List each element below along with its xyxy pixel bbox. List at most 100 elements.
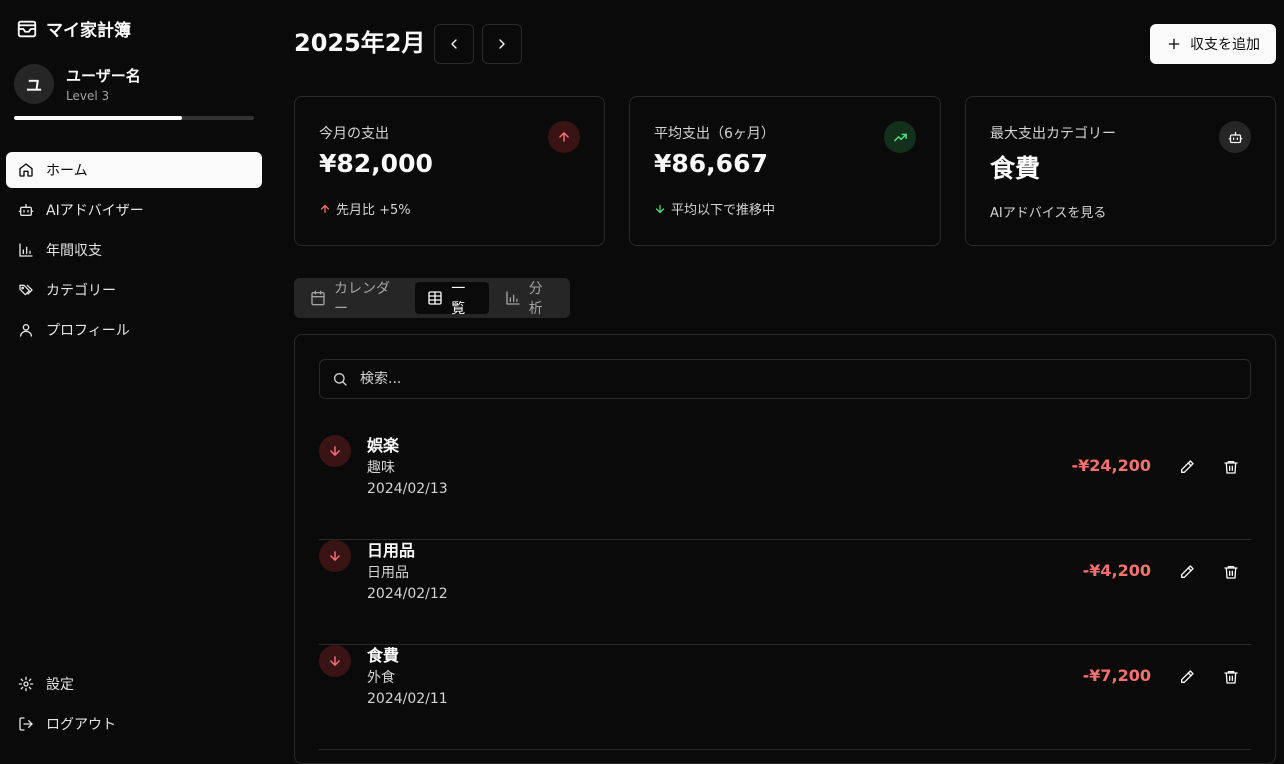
search-input[interactable] (360, 371, 1220, 387)
table-icon (427, 290, 443, 306)
trash-icon (1223, 459, 1239, 475)
card-top-category: 最大支出カテゴリー 食費 AIアドバイスを見る (965, 96, 1276, 246)
sidebar-item-logout[interactable]: ログアウト (6, 706, 262, 742)
bot-icon (1219, 121, 1251, 153)
sidebar-item-label: ログアウト (46, 717, 116, 733)
page-title: 2025年2月 (294, 29, 426, 57)
level-progress-fill (14, 116, 182, 120)
home-icon (18, 162, 34, 178)
delete-button[interactable] (1219, 560, 1243, 584)
sidebar-item-label: AIアドバイザー (46, 203, 144, 219)
user-level: Level 3 (66, 88, 110, 103)
card-label: 最大支出カテゴリー (990, 126, 1116, 142)
search-box (319, 359, 1251, 399)
user-name: ユーザー名 (66, 66, 141, 85)
sidebar-nav: ホーム AIアドバイザー 年間収支 カテゴリー プロフィール (6, 152, 262, 352)
trash-icon (1223, 669, 1239, 685)
tab-analysis[interactable]: 分析 (493, 281, 566, 317)
expense-arrow-icon (319, 645, 351, 677)
brand[interactable]: マイ家計簿 (16, 16, 131, 41)
edit-button[interactable] (1175, 455, 1199, 479)
delete-button[interactable] (1219, 455, 1243, 479)
transaction-date: 2024/02/13 (367, 481, 448, 497)
bot-icon (18, 202, 34, 218)
sidebar-item-label: カテゴリー (46, 283, 116, 299)
tab-list[interactable]: 一覧 (415, 281, 489, 317)
arrow-down-small-icon (654, 203, 666, 215)
user-icon (18, 322, 34, 338)
view-tabs: カレンダー 一覧 分析 (294, 278, 570, 318)
chevron-left-icon (446, 36, 462, 52)
sidebar-item-settings[interactable]: 設定 (6, 666, 262, 702)
transaction-row[interactable]: 娯楽 趣味 2024/02/13 -¥24,200 (319, 435, 1251, 540)
trash-icon (1223, 564, 1239, 580)
trending-up-icon (884, 121, 916, 153)
avatar: ユ (14, 64, 54, 104)
edit-button[interactable] (1175, 560, 1199, 584)
transaction-amount: -¥24,200 (1071, 456, 1151, 475)
app-title: マイ家計簿 (46, 21, 131, 41)
card-sub: 平均以下で推移中 (654, 199, 775, 218)
transaction-amount: -¥4,200 (1082, 561, 1151, 580)
delete-button[interactable] (1219, 665, 1243, 689)
sidebar-item-ai-advisor[interactable]: AIアドバイザー (6, 192, 262, 228)
prev-month-button[interactable] (434, 24, 474, 64)
sidebar-item-home[interactable]: ホーム (6, 152, 262, 188)
transaction-date: 2024/02/11 (367, 691, 448, 707)
sidebar-bottom-nav: 設定 ログアウト (6, 666, 262, 746)
card-label: 平均支出（6ヶ月） (654, 126, 775, 142)
expense-arrow-icon (319, 540, 351, 572)
sidebar-item-label: プロフィール (46, 323, 130, 339)
card-average-expense: 平均支出（6ヶ月） ¥86,667 平均以下で推移中 (629, 96, 941, 246)
transaction-list-panel: 娯楽 趣味 2024/02/13 -¥24,200 日用品 日用品 2024/0… (294, 334, 1276, 764)
card-value: ¥82,000 (319, 149, 433, 178)
transaction-category: 食費 (367, 646, 400, 665)
pencil-icon (1179, 564, 1195, 580)
card-label: 今月の支出 (319, 126, 389, 142)
transaction-row[interactable]: 日用品 日用品 2024/02/12 -¥4,200 (319, 540, 1251, 645)
sidebar-item-label: ホーム (46, 163, 88, 179)
sidebar-item-categories[interactable]: カテゴリー (6, 272, 262, 308)
calendar-icon (310, 290, 326, 306)
tab-label: 一覧 (451, 281, 466, 317)
ai-advice-link[interactable]: AIアドバイスを見る (990, 202, 1106, 221)
sidebar-item-annual[interactable]: 年間収支 (6, 232, 262, 268)
transaction-subcategory: 趣味 (367, 460, 395, 476)
gear-icon (18, 676, 34, 692)
bar-chart-icon (18, 242, 34, 258)
pencil-icon (1179, 669, 1195, 685)
search-icon (332, 371, 348, 387)
sidebar-item-profile[interactable]: プロフィール (6, 312, 262, 348)
chevron-right-icon (494, 36, 510, 52)
sidebar-item-label: 年間収支 (46, 243, 102, 259)
logout-icon (18, 716, 34, 732)
sidebar: マイ家計簿 ユ ユーザー名 Level 3 ホーム AIアドバイザー 年間収支 … (0, 0, 268, 746)
transaction-category: 日用品 (367, 541, 416, 560)
transaction-subcategory: 日用品 (367, 565, 409, 581)
card-sub: 先月比 +5% (319, 199, 411, 218)
sidebar-item-label: 設定 (46, 677, 74, 693)
arrow-up-small-icon (319, 203, 331, 215)
card-sub-text: 平均以下で推移中 (671, 203, 776, 218)
tab-calendar[interactable]: カレンダー (298, 281, 411, 317)
tags-icon (18, 282, 34, 298)
card-value: ¥86,667 (654, 149, 768, 178)
expense-arrow-icon (319, 435, 351, 467)
transaction-date: 2024/02/12 (367, 586, 448, 602)
add-transaction-button[interactable]: 収支を追加 (1150, 24, 1276, 64)
next-month-button[interactable] (482, 24, 522, 64)
transaction-category: 娯楽 (367, 436, 400, 455)
edit-button[interactable] (1175, 665, 1199, 689)
transaction-row[interactable]: 食費 外食 2024/02/11 -¥7,200 (319, 645, 1251, 750)
add-transaction-label: 収支を追加 (1190, 37, 1260, 53)
level-progress-bar (14, 116, 254, 120)
tab-label: 分析 (528, 281, 543, 317)
plus-icon (1166, 36, 1182, 52)
pencil-icon (1179, 459, 1195, 475)
arrow-up-icon (548, 121, 580, 153)
transaction-amount: -¥7,200 (1082, 666, 1151, 685)
bar-chart-icon (505, 290, 521, 306)
tab-label: カレンダー (334, 281, 390, 317)
card-value: 食費 (990, 154, 1041, 183)
user-profile[interactable]: ユ ユーザー名 Level 3 (14, 64, 141, 104)
